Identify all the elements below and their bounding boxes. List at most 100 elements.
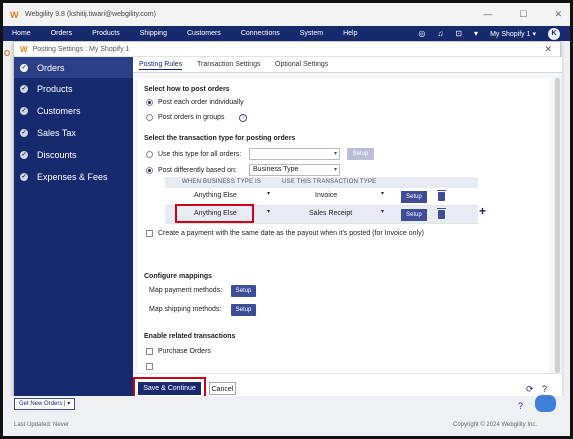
window-controls: — ☐ ✕	[483, 9, 562, 20]
section-heading-type: Select the transaction type for posting …	[144, 135, 296, 142]
related-checkbox[interactable]	[146, 363, 153, 370]
maximize-button[interactable]: ☐	[519, 9, 527, 20]
settings-content: Posting Rules Transaction Settings Optio…	[133, 57, 562, 373]
transaction-type-cell[interactable]: Invoice	[315, 192, 337, 199]
check-circle-icon: ✓	[20, 63, 28, 72]
section-heading-configure: Configure mappings	[144, 273, 213, 280]
check-circle-icon: ✓	[20, 107, 28, 115]
minimize-button[interactable]: —	[483, 9, 492, 20]
sidebar-item-sales-tax[interactable]: ✓ Sales Tax	[14, 122, 133, 144]
based-on-select[interactable]: Business Type ▾	[249, 164, 340, 176]
sidebar-item-orders[interactable]: ✓ Orders	[14, 57, 133, 78]
purchase-orders-checkbox[interactable]	[146, 348, 153, 355]
background-logo-icon: O	[4, 49, 11, 58]
column-header-when: WHEN BUSINESS TYPE IS	[182, 179, 262, 185]
based-on-value: Business Type	[253, 166, 299, 173]
dialog-titlebar: W Posting Settings : My Shopify 1 ✕	[14, 42, 560, 57]
webgility-logo-icon: W	[20, 44, 28, 54]
highlight-box	[175, 204, 254, 223]
sidebar-item-label: Expenses & Fees	[37, 172, 108, 182]
menu-system[interactable]: System	[300, 30, 323, 37]
checkbox-label: Purchase Orders	[158, 348, 211, 355]
bell-icon[interactable]: ♫	[437, 29, 443, 38]
sidebar-item-discounts[interactable]: ✓ Discounts	[14, 144, 133, 166]
check-circle-icon: ✓	[20, 151, 28, 159]
main-menubar: Home Orders Products Shipping Customers …	[3, 26, 570, 41]
menu-orders[interactable]: Orders	[51, 30, 72, 37]
dialog-title: Posting Settings : My Shopify 1	[32, 45, 130, 53]
check-circle-icon: ✓	[20, 173, 28, 181]
sidebar-item-products[interactable]: ✓ Products	[14, 78, 133, 100]
tab-posting-rules[interactable]: Posting Rules	[139, 61, 183, 70]
trash-icon[interactable]	[437, 208, 446, 219]
sidebar-item-label: Customers	[37, 106, 81, 116]
radio-label: Post orders in groups	[158, 114, 225, 121]
close-dialog-button[interactable]: ✕	[544, 44, 552, 55]
refresh-icon[interactable]: ⟳	[526, 384, 534, 395]
sidebar-item-label: Products	[37, 84, 73, 94]
section-heading-related: Enable related transactions	[144, 333, 236, 340]
menu-shipping[interactable]: Shipping	[140, 30, 167, 37]
settings-sidebar: ✓ Orders ✓ Products ✓ Customers ✓ Sales …	[14, 57, 133, 403]
chevron-down-icon[interactable]: ▾	[381, 190, 384, 197]
menu-home[interactable]: Home	[12, 30, 31, 37]
chevron-down-icon[interactable]: ▾	[267, 208, 270, 215]
column-header-use: USE THIS TRANSACTION TYPE	[282, 179, 377, 185]
trash-icon[interactable]	[437, 190, 446, 201]
cancel-button[interactable]: Cancel	[209, 382, 236, 395]
tab-transaction-settings[interactable]: Transaction Settings	[197, 61, 261, 68]
payment-date-checkbox[interactable]	[146, 230, 153, 237]
scrollbar[interactable]	[554, 78, 562, 373]
webgility-logo-icon: W	[10, 9, 19, 20]
check-circle-icon: ✓	[20, 129, 28, 137]
transaction-type-cell[interactable]: Sales Receipt	[309, 210, 352, 217]
menu-help[interactable]: Help	[343, 30, 357, 37]
avatar[interactable]: K	[548, 27, 560, 40]
radio-post-individually[interactable]	[146, 99, 153, 106]
chat-widget-icon[interactable]	[535, 395, 556, 412]
help-icon[interactable]: ?	[518, 401, 523, 411]
section-heading-how: Select how to post orders	[144, 86, 230, 93]
chevron-down-icon[interactable]: ▾	[267, 190, 270, 197]
transaction-type-select[interactable]: ▾	[249, 148, 340, 160]
business-type-cell[interactable]: Anything Else	[194, 192, 237, 199]
sidebar-item-label: Discounts	[37, 150, 77, 160]
map-shipping-label: Map shipping methods:	[149, 306, 222, 313]
info-icon[interactable]: i	[239, 114, 247, 122]
scrollbar-thumb[interactable]	[555, 78, 560, 373]
checkbox-label: Create a payment with the same date as t…	[158, 230, 424, 237]
add-row-icon[interactable]: +	[479, 204, 486, 218]
map-payment-label: Map payment methods:	[149, 287, 223, 294]
check-circle-icon: ✓	[20, 85, 28, 93]
get-new-orders-button[interactable]: Get New Orders | ▾	[14, 398, 76, 410]
radio-use-type-all[interactable]	[146, 151, 153, 158]
store-icon[interactable]: ⊡	[455, 29, 462, 38]
mapping-table-header: WHEN BUSINESS TYPE IS USE THIS TRANSACTI…	[165, 177, 478, 188]
help-icon[interactable]: ?	[542, 384, 547, 394]
sidebar-item-expenses-fees[interactable]: ✓ Expenses & Fees	[14, 166, 133, 188]
radio-post-differently[interactable]	[146, 167, 153, 174]
menu-connections[interactable]: Connections	[241, 30, 280, 37]
chevron-down-icon[interactable]: ▾	[474, 29, 478, 38]
menu-products[interactable]: Products	[92, 30, 120, 37]
setup-button-disabled[interactable]: Setup	[347, 148, 374, 160]
chat-bubble-icon[interactable]: ◎	[418, 29, 425, 38]
posting-rules-panel: Select how to post orders Post each orde…	[138, 78, 549, 373]
store-selector[interactable]: My Shopify 1 ▾	[490, 30, 536, 38]
tab-optional-settings[interactable]: Optional Settings	[275, 61, 328, 68]
chevron-down-icon[interactable]: ▾	[381, 208, 384, 215]
row-setup-button[interactable]: Setup	[401, 191, 427, 203]
last-updated-text: Last Updated: Never	[14, 422, 70, 428]
sidebar-item-customers[interactable]: ✓ Customers	[14, 100, 133, 122]
window-title: Webgility 9.8 (kshitij.tiwari@webgility.…	[25, 11, 156, 18]
menu-customers[interactable]: Customers	[187, 30, 221, 37]
store-name: My Shopify 1	[490, 30, 531, 38]
close-window-button[interactable]: ✕	[554, 9, 562, 20]
row-setup-button[interactable]: Setup	[401, 209, 427, 221]
radio-post-in-groups[interactable]	[146, 114, 153, 121]
chevron-down-icon: ▾	[333, 151, 337, 157]
posting-settings-dialog: W Posting Settings : My Shopify 1 ✕ ✓ Or…	[13, 41, 562, 403]
get-new-orders-label: Get New Orders	[19, 401, 63, 407]
map-payment-setup-button[interactable]: Setup	[231, 285, 256, 297]
map-shipping-setup-button[interactable]: Setup	[231, 304, 256, 316]
